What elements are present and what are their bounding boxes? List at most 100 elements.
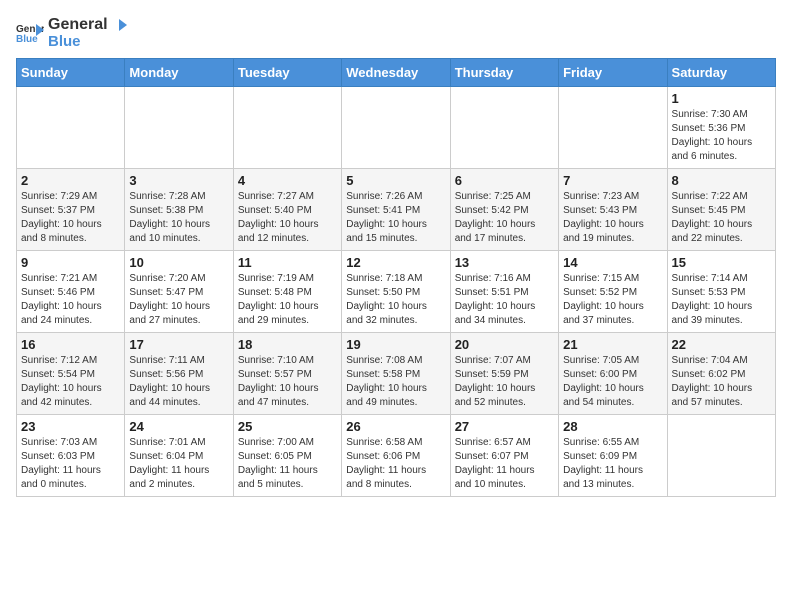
day-number: 3: [129, 173, 228, 188]
day-info: Sunrise: 7:28 AMSunset: 5:38 PMDaylight:…: [129, 190, 228, 246]
calendar-cell: 6 Sunrise: 7:25 AMSunset: 5:42 PMDaylight…: [450, 169, 558, 251]
day-number: 11: [238, 255, 337, 270]
calendar-cell: 1 Sunrise: 7:30 AMSunset: 5:36 PMDaylight…: [667, 87, 775, 169]
day-info: Sunrise: 7:07 AMSunset: 5:59 PMDaylight:…: [455, 354, 554, 410]
calendar-cell: [559, 87, 667, 169]
calendar-header-wednesday: Wednesday: [342, 59, 450, 87]
day-info: Sunrise: 7:12 AMSunset: 5:54 PMDaylight:…: [21, 354, 120, 410]
day-info: Sunrise: 7:21 AMSunset: 5:46 PMDaylight:…: [21, 272, 120, 328]
day-number: 4: [238, 173, 337, 188]
calendar-header-saturday: Saturday: [667, 59, 775, 87]
day-number: 1: [672, 91, 771, 106]
calendar-cell: 21 Sunrise: 7:05 AMSunset: 6:00 PMDayligh…: [559, 333, 667, 415]
calendar-week-5: 23 Sunrise: 7:03 AMSunset: 6:03 PMDayligh…: [17, 415, 776, 497]
day-number: 5: [346, 173, 445, 188]
day-info: Sunrise: 7:00 AMSunset: 6:05 PMDaylight:…: [238, 436, 337, 492]
day-number: 25: [238, 419, 337, 434]
day-info: Sunrise: 7:18 AMSunset: 5:50 PMDaylight:…: [346, 272, 445, 328]
calendar-cell: 4 Sunrise: 7:27 AMSunset: 5:40 PMDaylight…: [233, 169, 341, 251]
day-info: Sunrise: 7:23 AMSunset: 5:43 PMDaylight:…: [563, 190, 662, 246]
day-number: 12: [346, 255, 445, 270]
calendar-cell: 12 Sunrise: 7:18 AMSunset: 5:50 PMDayligh…: [342, 251, 450, 333]
day-info: Sunrise: 7:26 AMSunset: 5:41 PMDaylight:…: [346, 190, 445, 246]
calendar-cell: 2 Sunrise: 7:29 AMSunset: 5:37 PMDaylight…: [17, 169, 125, 251]
svg-text:Blue: Blue: [16, 34, 38, 44]
calendar-cell: 19 Sunrise: 7:08 AMSunset: 5:58 PMDayligh…: [342, 333, 450, 415]
day-info: Sunrise: 7:29 AMSunset: 5:37 PMDaylight:…: [21, 190, 120, 246]
day-number: 2: [21, 173, 120, 188]
logo-icon: General Blue: [16, 22, 44, 44]
calendar-cell: [342, 87, 450, 169]
logo-general: General: [48, 16, 127, 34]
calendar-week-2: 2 Sunrise: 7:29 AMSunset: 5:37 PMDaylight…: [17, 169, 776, 251]
calendar-cell: 3 Sunrise: 7:28 AMSunset: 5:38 PMDaylight…: [125, 169, 233, 251]
calendar-header-monday: Monday: [125, 59, 233, 87]
calendar-cell: [17, 87, 125, 169]
day-info: Sunrise: 7:20 AMSunset: 5:47 PMDaylight:…: [129, 272, 228, 328]
day-info: Sunrise: 7:05 AMSunset: 6:00 PMDaylight:…: [563, 354, 662, 410]
day-info: Sunrise: 7:27 AMSunset: 5:40 PMDaylight:…: [238, 190, 337, 246]
calendar-cell: 7Sunrise: 7:23 AMSunset: 5:43 PMDaylight…: [559, 169, 667, 251]
day-info: Sunrise: 7:15 AMSunset: 5:52 PMDaylight:…: [563, 272, 662, 328]
calendar-header-sunday: Sunday: [17, 59, 125, 87]
calendar-week-3: 9 Sunrise: 7:21 AMSunset: 5:46 PMDaylight…: [17, 251, 776, 333]
calendar-cell: 10 Sunrise: 7:20 AMSunset: 5:47 PMDayligh…: [125, 251, 233, 333]
day-info: Sunrise: 7:30 AMSunset: 5:36 PMDaylight:…: [672, 108, 771, 164]
calendar-header-friday: Friday: [559, 59, 667, 87]
calendar-cell: 23 Sunrise: 7:03 AMSunset: 6:03 PMDayligh…: [17, 415, 125, 497]
day-number: 23: [21, 419, 120, 434]
day-info: Sunrise: 7:08 AMSunset: 5:58 PMDaylight:…: [346, 354, 445, 410]
calendar-cell: [233, 87, 341, 169]
day-number: 13: [455, 255, 554, 270]
logo-blue: Blue: [48, 34, 127, 51]
day-info: Sunrise: 7:16 AMSunset: 5:51 PMDaylight:…: [455, 272, 554, 328]
day-info: Sunrise: 6:58 AMSunset: 6:06 PMDaylight:…: [346, 436, 445, 492]
day-info: Sunrise: 6:55 AMSunset: 6:09 PMDaylight:…: [563, 436, 662, 492]
calendar-cell: [667, 415, 775, 497]
day-number: 20: [455, 337, 554, 352]
day-info: Sunrise: 7:04 AMSunset: 6:02 PMDaylight:…: [672, 354, 771, 410]
calendar-header-tuesday: Tuesday: [233, 59, 341, 87]
calendar-cell: 22 Sunrise: 7:04 AMSunset: 6:02 PMDayligh…: [667, 333, 775, 415]
day-info: Sunrise: 7:11 AMSunset: 5:56 PMDaylight:…: [129, 354, 228, 410]
calendar-cell: 5 Sunrise: 7:26 AMSunset: 5:41 PMDaylight…: [342, 169, 450, 251]
day-info: Sunrise: 7:19 AMSunset: 5:48 PMDaylight:…: [238, 272, 337, 328]
header: General Blue General Blue: [16, 16, 776, 50]
calendar-table: SundayMondayTuesdayWednesdayThursdayFrid…: [16, 58, 776, 497]
calendar-cell: 8Sunrise: 7:22 AMSunset: 5:45 PMDaylight…: [667, 169, 775, 251]
logo: General Blue General Blue: [16, 16, 127, 50]
calendar-cell: [125, 87, 233, 169]
day-number: 8: [672, 173, 771, 188]
day-number: 10: [129, 255, 228, 270]
day-number: 15: [672, 255, 771, 270]
calendar-cell: 9 Sunrise: 7:21 AMSunset: 5:46 PMDaylight…: [17, 251, 125, 333]
day-number: 28: [563, 419, 662, 434]
day-info: Sunrise: 7:25 AMSunset: 5:42 PMDaylight:…: [455, 190, 554, 246]
calendar-cell: 26 Sunrise: 6:58 AMSunset: 6:06 PMDayligh…: [342, 415, 450, 497]
day-number: 17: [129, 337, 228, 352]
calendar-cell: 11 Sunrise: 7:19 AMSunset: 5:48 PMDayligh…: [233, 251, 341, 333]
day-info: Sunrise: 7:10 AMSunset: 5:57 PMDaylight:…: [238, 354, 337, 410]
calendar-header-row: SundayMondayTuesdayWednesdayThursdayFrid…: [17, 59, 776, 87]
calendar-cell: 14Sunrise: 7:15 AMSunset: 5:52 PMDayligh…: [559, 251, 667, 333]
calendar-cell: 17 Sunrise: 7:11 AMSunset: 5:56 PMDayligh…: [125, 333, 233, 415]
calendar-cell: [450, 87, 558, 169]
calendar-cell: 24Sunrise: 7:01 AMSunset: 6:04 PMDayligh…: [125, 415, 233, 497]
day-number: 21: [563, 337, 662, 352]
calendar-cell: 27Sunrise: 6:57 AMSunset: 6:07 PMDayligh…: [450, 415, 558, 497]
calendar-cell: 16 Sunrise: 7:12 AMSunset: 5:54 PMDayligh…: [17, 333, 125, 415]
calendar-cell: 13 Sunrise: 7:16 AMSunset: 5:51 PMDayligh…: [450, 251, 558, 333]
day-number: 19: [346, 337, 445, 352]
day-info: Sunrise: 7:01 AMSunset: 6:04 PMDaylight:…: [129, 436, 228, 492]
day-number: 16: [21, 337, 120, 352]
day-number: 26: [346, 419, 445, 434]
day-info: Sunrise: 7:03 AMSunset: 6:03 PMDaylight:…: [21, 436, 120, 492]
day-number: 22: [672, 337, 771, 352]
calendar-cell: 20 Sunrise: 7:07 AMSunset: 5:59 PMDayligh…: [450, 333, 558, 415]
day-info: Sunrise: 6:57 AMSunset: 6:07 PMDaylight:…: [455, 436, 554, 492]
day-number: 9: [21, 255, 120, 270]
day-number: 6: [455, 173, 554, 188]
calendar-cell: 28 Sunrise: 6:55 AMSunset: 6:09 PMDayligh…: [559, 415, 667, 497]
day-number: 18: [238, 337, 337, 352]
day-info: Sunrise: 7:14 AMSunset: 5:53 PMDaylight:…: [672, 272, 771, 328]
